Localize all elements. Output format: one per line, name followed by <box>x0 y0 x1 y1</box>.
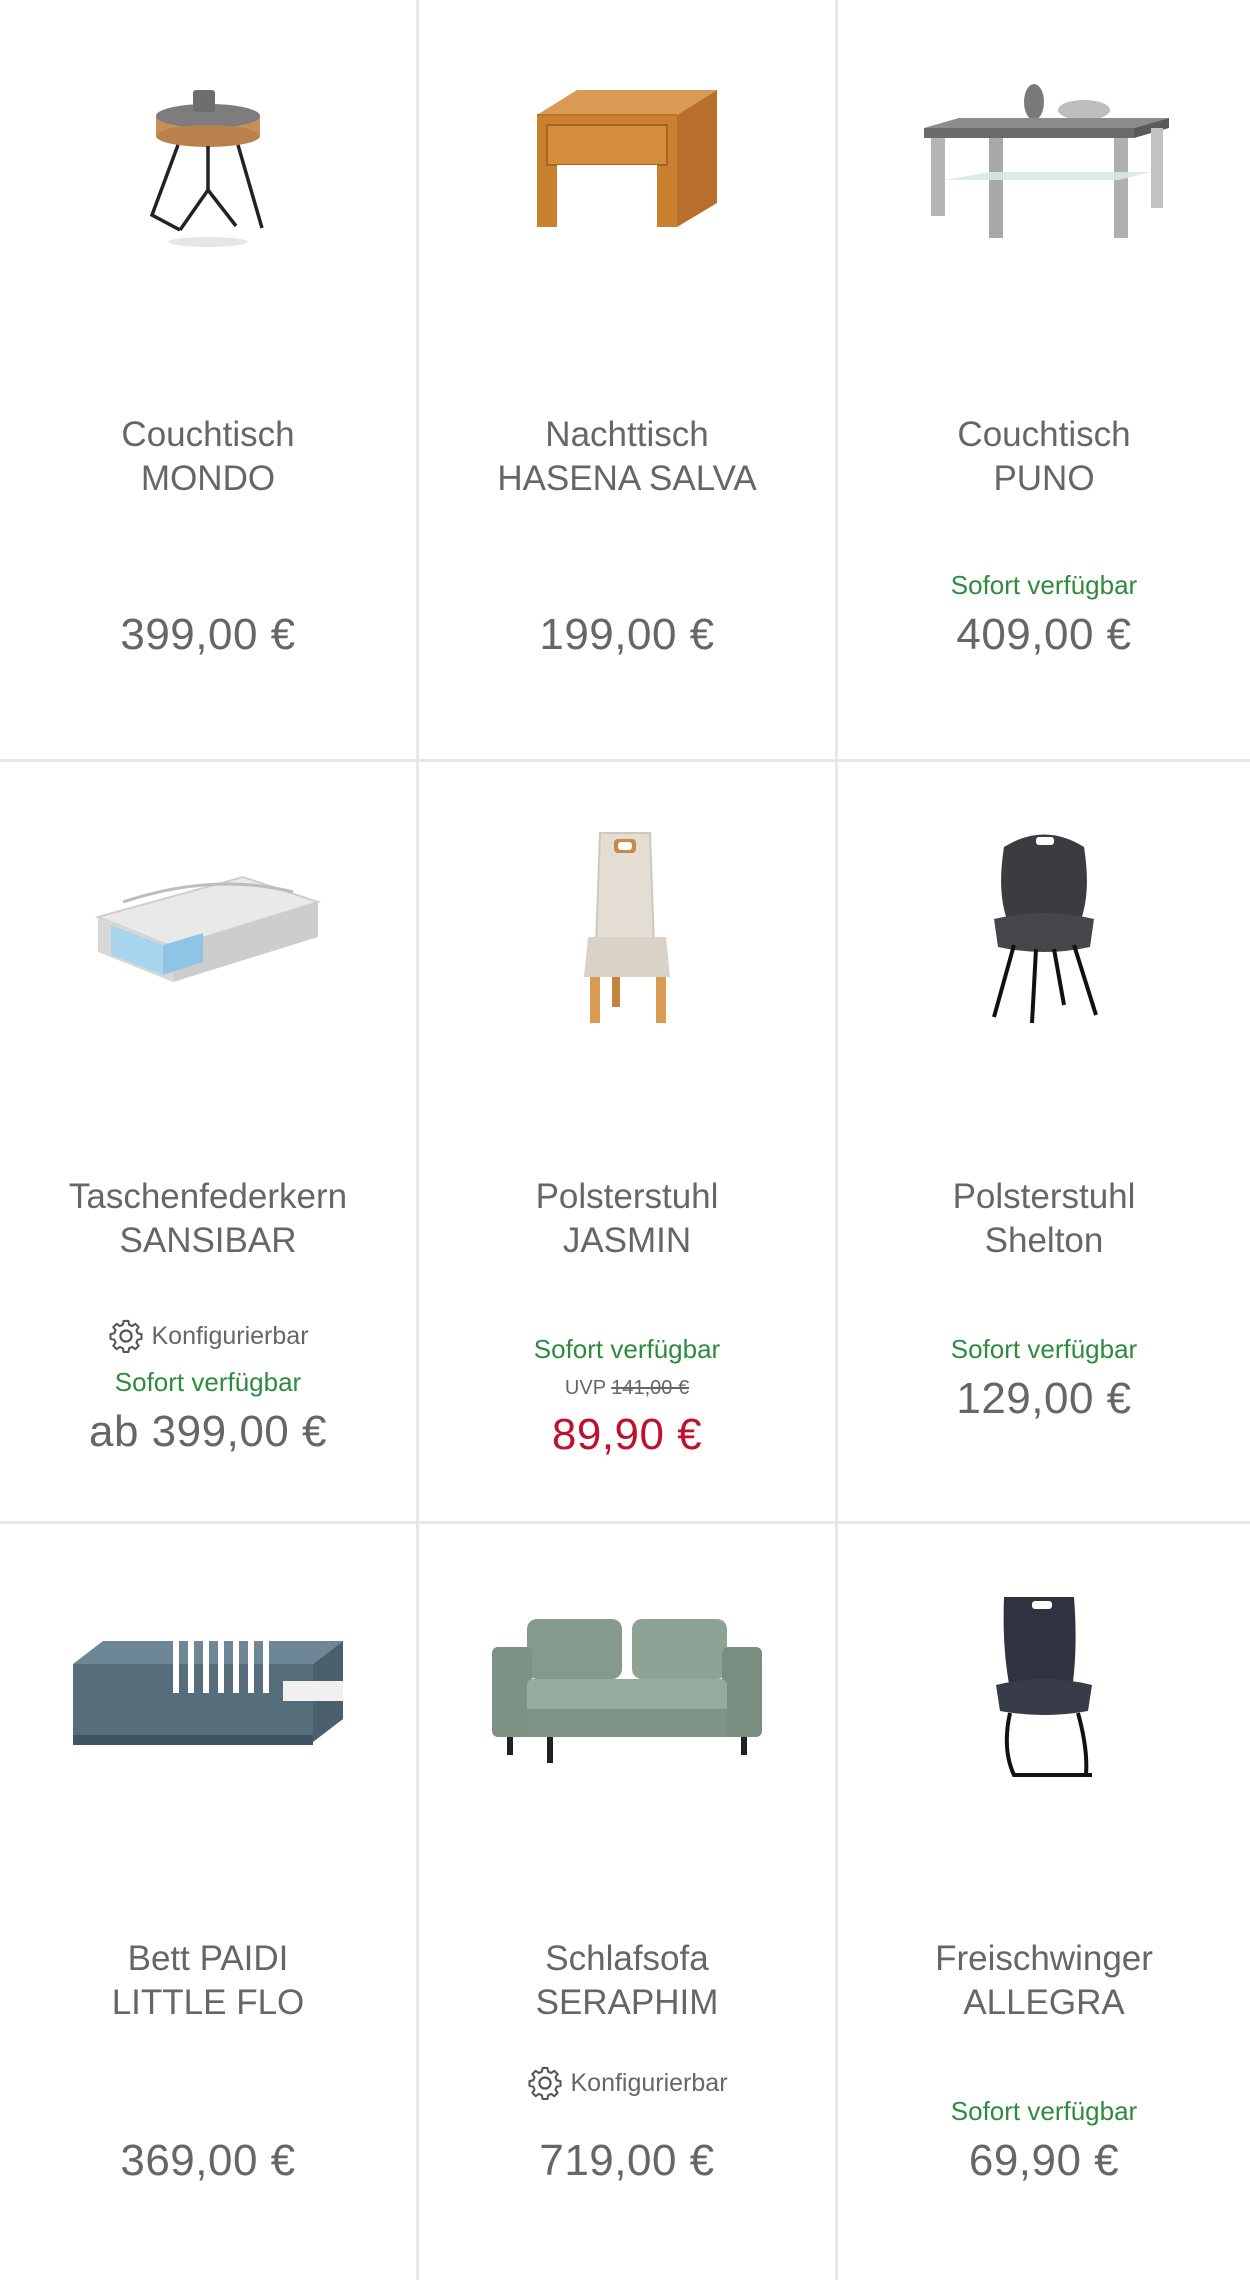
product-title-line2: JASMIN <box>562 1221 692 1260</box>
product-image[interactable] <box>838 50 1250 280</box>
product-card[interactable]: Polsterstuhl JASMIN Sofort verfügbar UVP… <box>419 762 838 1524</box>
product-card[interactable]: Bett PAIDI LITTLE FLO 369,00 € <box>0 1524 419 2280</box>
product-title-line1: Couchtisch <box>957 415 1131 454</box>
glass-coffee-table-icon <box>924 84 1169 238</box>
product-title-line1: Nachttisch <box>545 415 709 454</box>
wooden-nightstand-icon <box>537 90 717 227</box>
configurable-label: Konfigurierbar <box>151 1321 309 1350</box>
product-title-line1: Polsterstuhl <box>952 1177 1136 1216</box>
product-price: ab 399,00 € <box>89 1407 327 1456</box>
product-price: 199,00 € <box>539 610 715 659</box>
cantilever-chair-icon <box>996 1597 1092 1777</box>
product-image[interactable] <box>838 812 1250 1042</box>
product-title-line1: Taschenfederkern <box>68 1177 348 1216</box>
product-price: 399,00 € <box>120 610 296 659</box>
mattress-icon <box>94 875 322 982</box>
product-price: 369,00 € <box>120 2136 296 2185</box>
product-image[interactable] <box>419 50 835 280</box>
product-title[interactable]: Bett PAIDI LITTLE FLO <box>0 1937 416 2025</box>
uvp-label: UVP <box>564 1377 606 1399</box>
product-title-line2: Shelton <box>984 1221 1104 1260</box>
product-image[interactable] <box>0 1574 416 1804</box>
product-card[interactable]: Couchtisch MONDO 399,00 € <box>0 0 419 762</box>
sofa-icon <box>492 1619 762 1763</box>
product-price: 129,00 € <box>956 1374 1132 1423</box>
product-card[interactable]: Couchtisch PUNO Sofort verfügbar 409,00 … <box>838 0 1250 762</box>
availability-badge: Sofort verfügbar <box>950 2096 1138 2126</box>
configurable-badge: Konfigurierbar <box>419 2064 835 2102</box>
product-price: 719,00 € <box>539 2136 715 2185</box>
product-title[interactable]: Schlafsofa SERAPHIM <box>419 1937 835 2025</box>
product-title-line1: Couchtisch <box>121 415 295 454</box>
product-price: 69,90 € <box>968 2136 1120 2185</box>
product-title-line2: SANSIBAR <box>119 1221 297 1260</box>
product-price: 409,00 € <box>956 610 1132 659</box>
product-image[interactable] <box>419 1574 835 1804</box>
uvp-price: UVP 141,00 € <box>419 1377 835 1400</box>
product-title-line2: ALLEGRA <box>963 1983 1125 2022</box>
product-card[interactable]: Taschenfederkern SANSIBAR Konfigurierbar… <box>0 762 419 1524</box>
product-title-line1: Freischwinger <box>935 1939 1153 1978</box>
product-title[interactable]: Polsterstuhl Shelton <box>838 1175 1250 1263</box>
product-card[interactable]: Freischwinger ALLEGRA Sofort verfügbar 6… <box>838 1524 1250 2280</box>
shell-chair-icon <box>992 834 1098 1024</box>
product-grid: Couchtisch MONDO 399,00 € Nachttisch HAS… <box>0 0 1250 2280</box>
product-title-line2: LITTLE FLO <box>111 1983 305 2022</box>
product-card[interactable]: Schlafsofa SERAPHIM Konfigurierbar 719,0… <box>419 1524 838 2280</box>
product-title[interactable]: Nachttisch HASENA SALVA <box>419 413 835 501</box>
availability-badge: Sofort verfügbar <box>114 1367 302 1397</box>
kids-bed-icon <box>73 1641 343 1745</box>
availability-badge: Sofort verfügbar <box>533 1334 721 1364</box>
product-title-line1: Schlafsofa <box>545 1939 709 1978</box>
product-image[interactable] <box>0 812 416 1042</box>
product-title[interactable]: Couchtisch PUNO <box>838 413 1250 501</box>
product-title-line2: SERAPHIM <box>535 1983 719 2022</box>
sale-price: 89,90 € <box>551 1410 703 1459</box>
product-title-line2: HASENA SALVA <box>497 459 757 498</box>
product-image[interactable] <box>838 1574 1250 1804</box>
product-card[interactable]: Polsterstuhl Shelton Sofort verfügbar 12… <box>838 762 1250 1524</box>
availability-badge: Sofort verfügbar <box>950 570 1138 600</box>
product-image[interactable] <box>419 812 835 1042</box>
configurable-label: Konfigurierbar <box>570 2068 728 2097</box>
product-title[interactable]: Taschenfederkern SANSIBAR <box>0 1175 416 1263</box>
round-side-table-icon <box>149 90 264 247</box>
upholstered-chair-icon <box>584 832 670 1023</box>
availability-badge: Sofort verfügbar <box>950 1334 1138 1364</box>
product-title[interactable]: Polsterstuhl JASMIN <box>419 1175 835 1263</box>
gear-icon <box>528 2066 563 2101</box>
product-card[interactable]: Nachttisch HASENA SALVA 199,00 € <box>419 0 838 762</box>
product-title[interactable]: Freischwinger ALLEGRA <box>838 1937 1250 2025</box>
product-image[interactable] <box>0 50 416 280</box>
product-title-line1: Polsterstuhl <box>535 1177 719 1216</box>
product-title-line2: MONDO <box>140 459 276 498</box>
configurable-badge: Konfigurierbar <box>0 1317 416 1355</box>
gear-icon <box>109 1319 144 1354</box>
product-title-line2: PUNO <box>993 459 1095 498</box>
product-title[interactable]: Couchtisch MONDO <box>0 413 416 501</box>
product-title-line1: Bett PAIDI <box>127 1939 289 1978</box>
uvp-value: 141,00 € <box>611 1377 690 1399</box>
